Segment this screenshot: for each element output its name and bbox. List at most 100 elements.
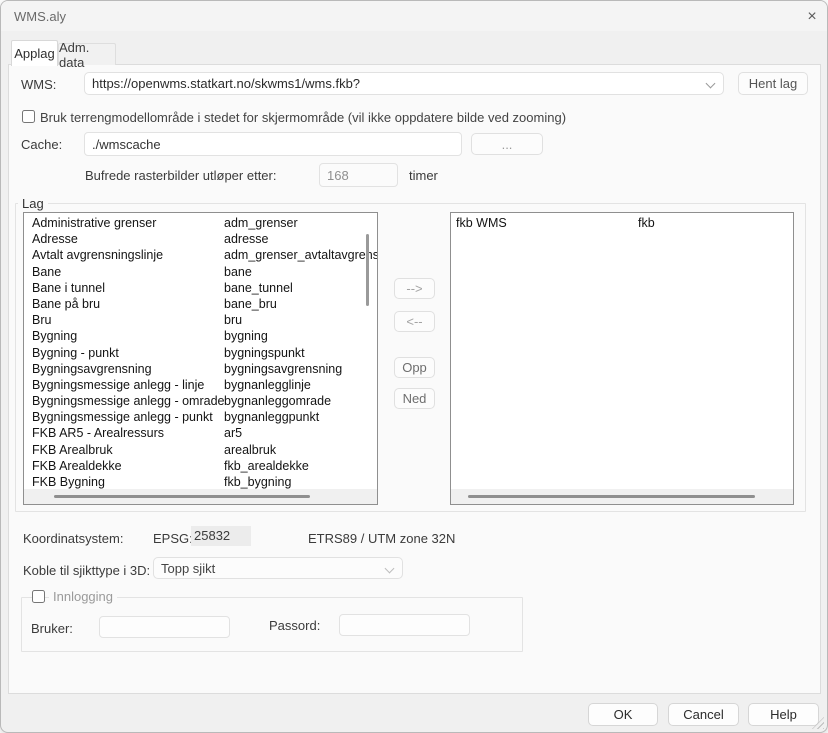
layer-row[interactable]: Bygningsavgrensning bygningsavgrensning [24,361,377,377]
password-label: Passord: [269,618,320,633]
selected-layers-rows: fkb WMS fkb [451,215,793,231]
terrain-checkbox-label: Bruk terrengmodellområde i stedet for sk… [40,110,566,125]
login-checkbox[interactable] [32,590,45,603]
tab-adm-data[interactable]: Adm. data [58,43,116,65]
layer-name: Bygning - punkt [32,345,119,361]
buffer-unit-label: timer [409,168,438,183]
horizontal-scrollbar[interactable] [24,489,377,504]
layer-row[interactable]: FKB AR5 - Arealressurs ar5 [24,425,377,441]
ok-button[interactable]: OK [588,703,658,726]
fetch-layers-button[interactable]: Hent lag [738,72,808,95]
layer-row[interactable]: Bygning - punkt bygningspunkt [24,345,377,361]
wms-label: WMS: [21,77,56,92]
layer-row[interactable]: Bygningsmessige anlegg - omradebygnanleg… [24,393,377,409]
password-input[interactable] [339,614,470,636]
layer-type-3d-value: Topp sjikt [161,561,215,576]
layer-code: fkb [638,215,655,231]
layer-code: bru [224,312,242,328]
layer-code: adm_grenser [224,215,298,231]
layer-code: ar5 [224,425,242,441]
layer-name: Bane i tunnel [32,280,105,296]
horizontal-scrollbar-thumb[interactable] [54,495,310,498]
login-group-label: Innlogging [49,589,117,604]
horizontal-scrollbar[interactable] [451,489,793,504]
wms-combobox[interactable]: https://openwms.statkart.no/skwms1/wms.f… [84,72,724,95]
layer-code: adm_grenser_avtaltavgrensn [224,247,377,263]
layer-type-3d-label: Koble til sjikttype i 3D: [23,563,150,578]
layer-row[interactable]: Banebane [24,264,377,280]
wms-dialog: WMS.aly × Applag Adm. data WMS: https://… [0,0,828,733]
layer-name: Bygning [32,328,77,344]
layer-name: FKB AR5 - Arealressurs [32,425,164,441]
layer-code: bygningsavgrensning [224,361,342,377]
layer-name: Adresse [32,231,78,247]
coordinate-system-description: ETRS89 / UTM zone 32N [308,531,455,546]
browse-button[interactable]: ... [471,133,543,155]
user-input[interactable] [99,616,230,638]
layer-name: Bygningsavgrensning [32,361,152,377]
layer-code: fkb_arealdekke [224,458,309,474]
available-layers-list[interactable]: Administrative grenseradm_grenserAdresse… [23,212,378,505]
layer-name: Bane på bru [32,296,100,312]
layer-code: bygnanlegglinje [224,377,311,393]
layer-row[interactable]: Bane i tunnel bane_tunnel [24,280,377,296]
layer-row[interactable]: Administrative grenser adm_grenser [24,215,377,231]
layer-code: bygning [224,328,268,344]
tab-applag[interactable]: Applag [11,40,58,66]
title-bar[interactable]: WMS.aly × [1,1,827,31]
layer-name: FKB Arealbruk [32,442,113,458]
layer-row[interactable]: Brubru [24,312,377,328]
terrain-checkbox[interactable] [22,110,35,123]
layer-code: arealbruk [224,442,276,458]
user-label: Bruker: [31,621,73,636]
epsg-label: EPSG: [153,531,193,546]
vertical-scrollbar[interactable] [366,234,369,306]
layer-code: bygnanleggpunkt [224,409,319,425]
move-right-button[interactable]: --> [394,278,435,299]
layer-name: Bygningsmessige anlegg - linje [32,377,204,393]
layer-row[interactable]: FKB Arealdekke fkb_arealdekke [24,458,377,474]
move-up-button[interactable]: Opp [394,357,435,378]
help-button[interactable]: Help [748,703,819,726]
chevron-down-icon [385,564,395,574]
layer-row[interactable]: Bygningsmessige anlegg - punkt bygnanlegg… [24,409,377,425]
cache-input[interactable] [84,132,462,156]
layer-name: fkb WMS [456,215,507,231]
layers-group-label: Lag [18,196,48,211]
window-title: WMS.aly [14,9,66,24]
move-down-button[interactable]: Ned [394,388,435,409]
horizontal-scrollbar-thumb[interactable] [468,495,755,498]
layer-code: bane_bru [224,296,277,312]
coordinate-system-label: Koordinatsystem: [23,531,123,546]
cancel-button[interactable]: Cancel [668,703,739,726]
layer-code: fkb_bygning [224,474,291,490]
layer-code: bane_tunnel [224,280,293,296]
epsg-value-box: 25832 [191,526,251,546]
layer-row[interactable]: Bane på bru bane_bru [24,296,377,312]
layer-code: bygnanleggomrade [224,393,331,409]
layer-row[interactable]: Adresse adresse [24,231,377,247]
layer-name: Bygningsmessige anlegg - omrade [32,393,224,409]
layer-row[interactable]: fkb WMS fkb [451,215,793,231]
move-left-button[interactable]: <-- [394,311,435,332]
layer-code: bygningspunkt [224,345,305,361]
layer-name: FKB Arealdekke [32,458,122,474]
layer-code: adresse [224,231,268,247]
layer-row[interactable]: FKB Bygning fkb_bygning [24,474,377,490]
layer-name: FKB Bygning [32,474,105,490]
layer-row[interactable]: Bygningsmessige anlegg - linje bygnanlegg… [24,377,377,393]
layer-row[interactable]: FKB Arealbruk arealbruk [24,442,377,458]
layer-name: Administrative grenser [32,215,156,231]
layer-row[interactable]: Avtalt avgrensningslinjeadm_grenser_avta… [24,247,377,263]
buffer-expiry-label: Bufrede rasterbilder utløper etter: [85,168,276,183]
layer-name: Bygningsmessige anlegg - punkt [32,409,213,425]
close-icon[interactable]: × [800,5,824,29]
available-layers-rows: Administrative grenseradm_grenserAdresse… [24,215,377,490]
buffer-hours-input[interactable] [319,163,398,187]
layer-type-3d-dropdown[interactable]: Topp sjikt [153,557,403,579]
cache-label: Cache: [21,137,62,152]
layer-row[interactable]: Bygning bygning [24,328,377,344]
chevron-down-icon [706,79,716,89]
selected-layers-list[interactable]: fkb WMS fkb [450,212,794,505]
layer-code: bane [224,264,252,280]
